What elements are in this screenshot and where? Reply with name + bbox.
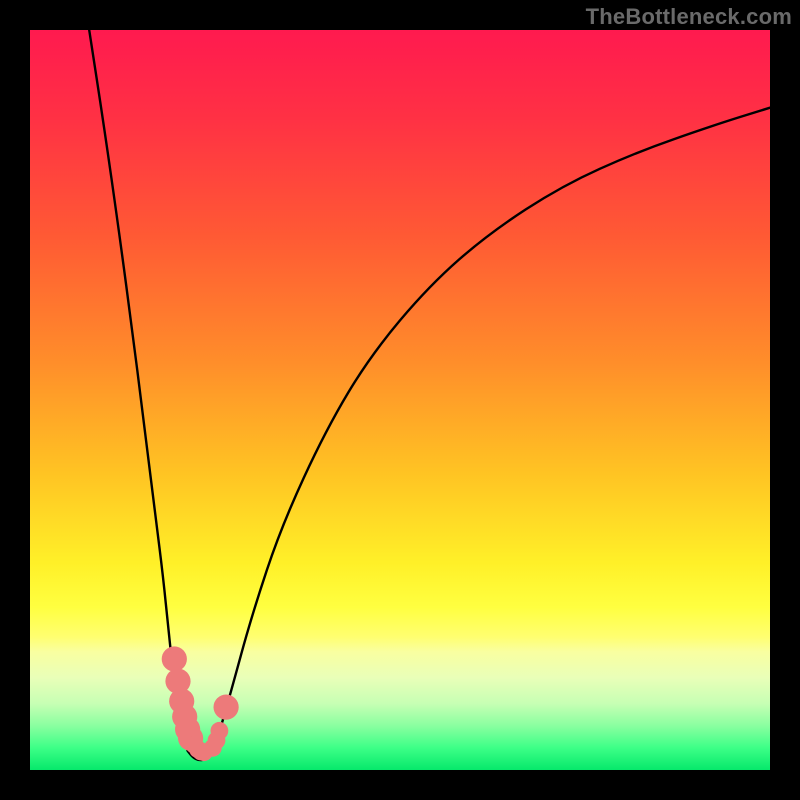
chart-frame — [30, 30, 770, 770]
attribution-text: TheBottleneck.com — [586, 4, 792, 30]
highlight-dot — [162, 646, 187, 671]
bottleneck-chart — [30, 30, 770, 770]
highlight-dot — [214, 695, 239, 720]
highlight-dot — [211, 722, 229, 740]
